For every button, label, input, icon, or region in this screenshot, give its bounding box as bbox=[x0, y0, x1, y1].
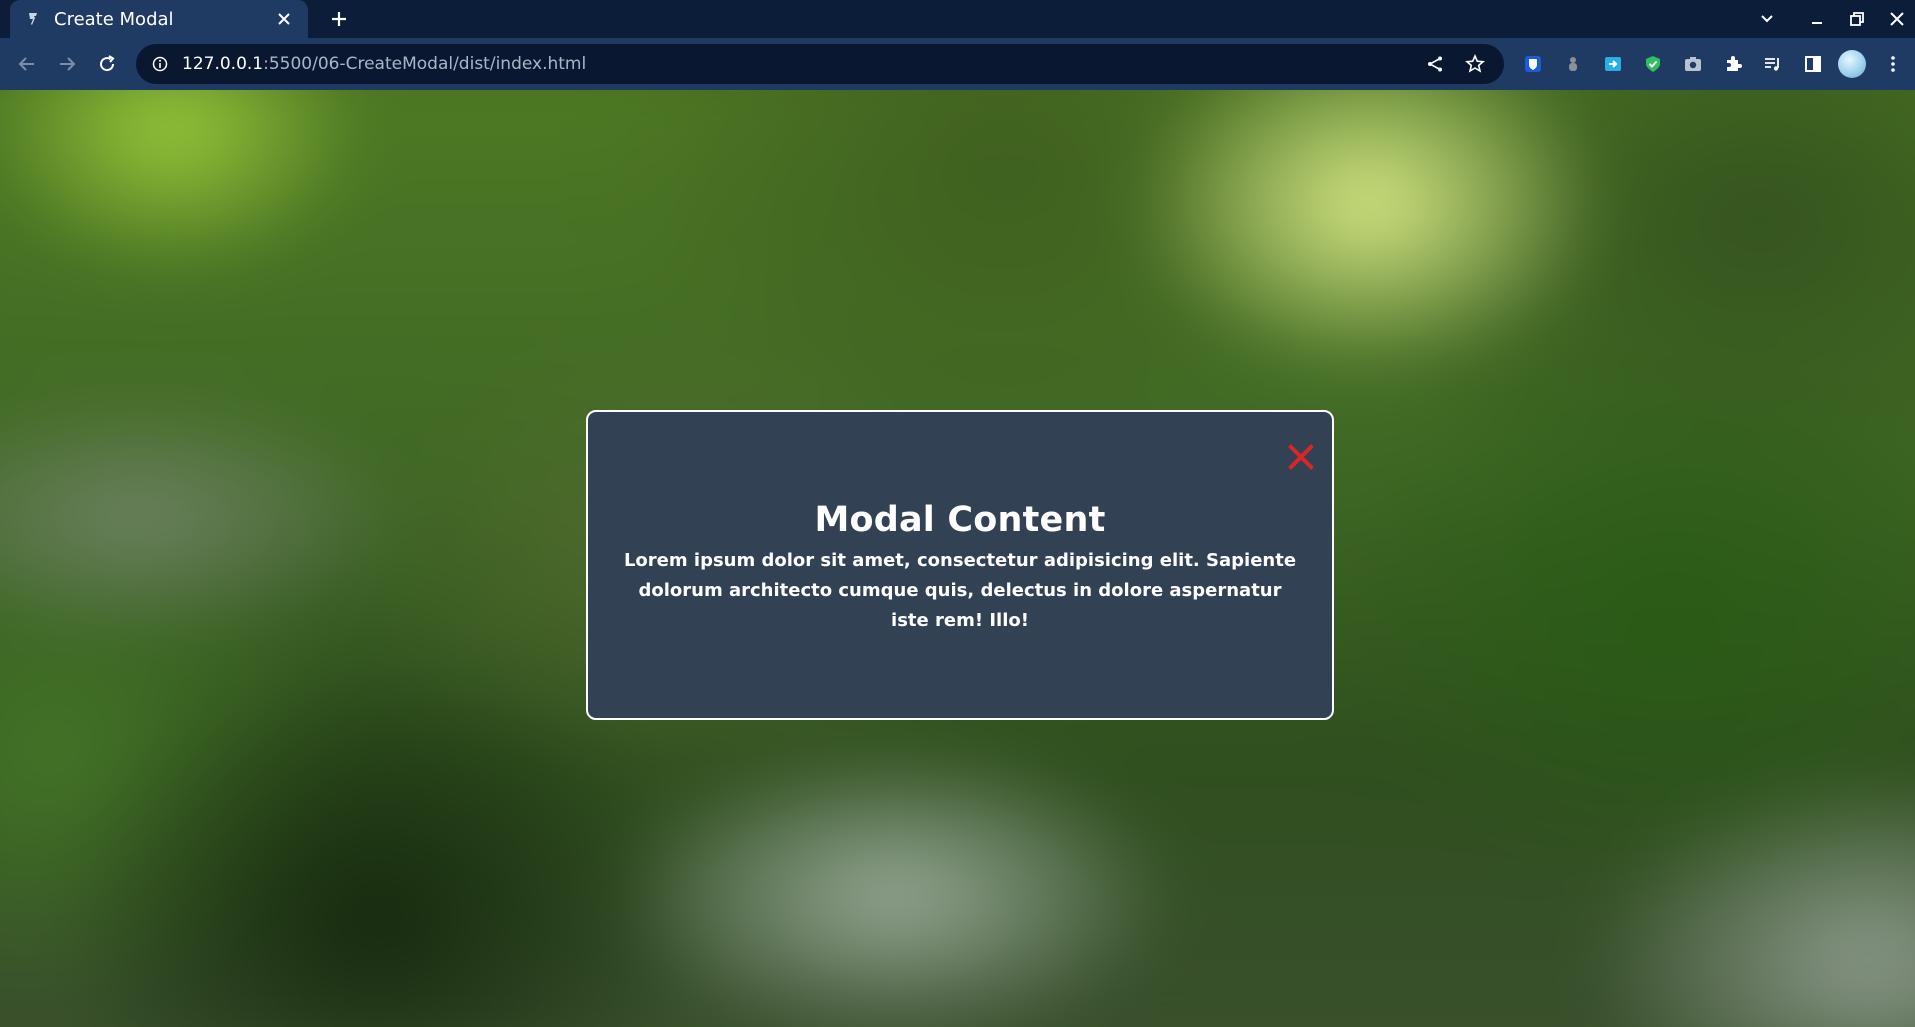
arrow-left-icon[interactable] bbox=[12, 49, 42, 79]
tab-strip: Create Modal bbox=[0, 0, 1915, 38]
url-text[interactable]: 127.0.0.1:5500/06-CreateModal/dist/index… bbox=[182, 54, 1410, 74]
plus-icon[interactable] bbox=[324, 4, 354, 34]
avatar[interactable] bbox=[1838, 50, 1866, 78]
translate-icon[interactable] bbox=[1598, 49, 1628, 79]
favicon-icon bbox=[24, 10, 42, 28]
shield-icon[interactable] bbox=[1638, 49, 1668, 79]
chevron-down-icon[interactable] bbox=[1752, 4, 1782, 34]
tab-create-modal[interactable]: Create Modal bbox=[10, 0, 308, 38]
close-icon[interactable] bbox=[272, 7, 296, 31]
arrow-right-icon[interactable] bbox=[52, 49, 82, 79]
modal-body-text: Lorem ipsum dolor sit amet, consectetur … bbox=[623, 550, 1297, 631]
url-path: :5500/06-CreateModal/dist/index.html bbox=[263, 54, 587, 74]
puzzle-icon[interactable] bbox=[1718, 49, 1748, 79]
close-icon[interactable] bbox=[1286, 442, 1316, 472]
browser-toolbar: 127.0.0.1:5500/06-CreateModal/dist/index… bbox=[0, 38, 1915, 90]
reload-icon[interactable] bbox=[92, 49, 122, 79]
side-panel-icon[interactable] bbox=[1798, 49, 1828, 79]
kebab-menu-icon[interactable] bbox=[1878, 49, 1908, 79]
modal-title: Modal Content bbox=[814, 500, 1106, 540]
page-viewport: Modal Content Lorem ipsum dolor sit amet… bbox=[0, 90, 1915, 1027]
modal-dialog: Modal Content Lorem ipsum dolor sit amet… bbox=[586, 410, 1334, 720]
minimize-icon[interactable] bbox=[1802, 4, 1832, 34]
window-close-icon[interactable] bbox=[1882, 4, 1912, 34]
tab-title: Create Modal bbox=[54, 8, 174, 30]
media-icon[interactable] bbox=[1758, 49, 1788, 79]
url-host: 127.0.0.1 bbox=[182, 54, 264, 74]
star-icon[interactable] bbox=[1460, 49, 1490, 79]
restore-icon[interactable] bbox=[1842, 4, 1872, 34]
bitwarden-icon[interactable] bbox=[1518, 49, 1548, 79]
address-bar[interactable]: 127.0.0.1:5500/06-CreateModal/dist/index… bbox=[136, 44, 1504, 84]
extension-icon[interactable] bbox=[1558, 49, 1588, 79]
info-icon[interactable] bbox=[150, 54, 170, 74]
share-icon[interactable] bbox=[1420, 49, 1450, 79]
camera-icon[interactable] bbox=[1678, 49, 1708, 79]
